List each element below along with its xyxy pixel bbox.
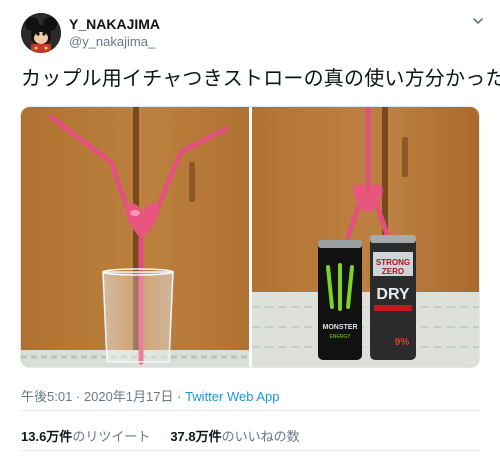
tweet-stats: 13.6万件のリツイート 37.8万件のいいねの数 bbox=[21, 426, 300, 445]
strong-zero-mid-text: ZERO bbox=[382, 267, 404, 276]
likes-count: 37.8万件 bbox=[170, 429, 222, 444]
divider bbox=[21, 410, 481, 411]
retweets-stat[interactable]: 13.6万件のリツイート bbox=[21, 429, 150, 444]
meta-separator: · bbox=[72, 389, 84, 404]
display-name[interactable]: Y_NAKAJIMA bbox=[69, 16, 160, 32]
meta-separator-2: · bbox=[173, 389, 186, 404]
likes-label: のいいねの数 bbox=[221, 429, 300, 444]
strong-zero-bottom-text: DRY bbox=[376, 286, 410, 303]
mickey-avatar-icon bbox=[21, 13, 61, 53]
chevron-down-icon[interactable] bbox=[471, 14, 485, 28]
avatar[interactable] bbox=[21, 13, 61, 53]
tweet-source-app[interactable]: Twitter Web App bbox=[185, 389, 279, 404]
strong-zero-top-text: STRONG bbox=[376, 258, 410, 267]
tweet-text: カップル用イチャつきストローの真の使い方分かった bbox=[21, 66, 500, 90]
tweet-date[interactable]: 2020年1月17日 bbox=[84, 389, 174, 404]
user-handle[interactable]: @y_nakajima_ bbox=[69, 34, 155, 49]
monster-sub-text: ENERGY bbox=[329, 334, 351, 340]
likes-stat[interactable]: 37.8万件のいいねの数 bbox=[170, 429, 299, 444]
tweet-card: Y_NAKAJIMA @y_nakajima_ カップル用イチャつきストローの真… bbox=[0, 0, 500, 456]
monster-brand-text: MONSTER bbox=[323, 324, 358, 331]
retweets-label: のリツイート bbox=[72, 429, 151, 444]
photo-straw-glass[interactable] bbox=[21, 107, 249, 367]
photo-straw-cans[interactable]: MONSTER ENERGY STRONG ZERO DRY 9% bbox=[252, 107, 480, 367]
tweet-time[interactable]: 午後5:01 bbox=[21, 389, 72, 404]
tweet-meta: 午後5:01 · 2020年1月17日 · Twitter Web App bbox=[21, 386, 279, 405]
retweets-count: 13.6万件 bbox=[21, 429, 73, 444]
strong-zero-abv-text: 9% bbox=[395, 337, 410, 348]
tweet-media[interactable]: MONSTER ENERGY STRONG ZERO DRY 9% bbox=[20, 106, 480, 368]
divider-bottom bbox=[21, 450, 481, 451]
